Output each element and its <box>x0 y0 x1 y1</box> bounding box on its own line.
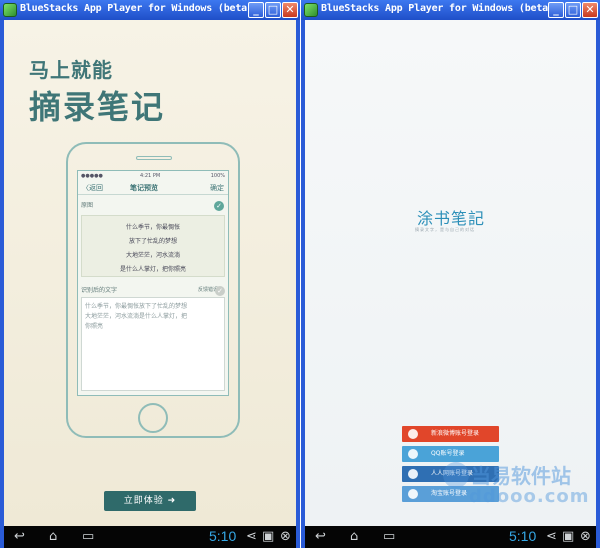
phone-home-button <box>138 403 168 433</box>
share-icon[interactable]: ⋖ <box>546 529 557 545</box>
check-icon: ✓ <box>215 286 225 296</box>
weibo-login-label: 新浪微博账号登录 <box>431 430 480 437</box>
bluestacks-logo-icon <box>3 3 17 17</box>
recognized-text-box: 什么季节，你最惆怅放下了忙乱的梦想 大地茫茫，河水流淌是什么人掌灯，把 你照亮 <box>81 297 225 391</box>
back-icon[interactable]: ↩ <box>315 529 326 545</box>
original-line: 什么季节，你最惆怅 <box>125 224 180 231</box>
window-title: BlueStacks App Player for Windows (beta-… <box>20 3 265 14</box>
original-image-box: 什么季节，你最惆怅 放下了忙乱的梦想 大地茫茫，河水流淌 是什么人掌灯，把你照亮 <box>81 215 225 277</box>
weibo-login-button[interactable]: 新浪微博账号登录 <box>402 426 499 442</box>
original-line: 大地茫茫，河水流淌 <box>125 252 180 259</box>
android-nav-bar: ↩ ⌂ ▭ 5:10 ⋖ ▣ ⊗ <box>305 526 596 548</box>
original-image-label: 原图 <box>81 202 94 209</box>
arrow-right-icon: ➜ <box>167 496 177 506</box>
weibo-icon <box>408 429 418 439</box>
phone-nav-bar: 〈返回 笔记预览 确定 <box>78 181 228 195</box>
android-nav-bar: ↩ ⌂ ▭ 5:10 ⋖ ▣ ⊗ <box>4 526 296 548</box>
try-now-button[interactable]: 立即体验 ➜ <box>104 491 196 511</box>
android-screen: 马上就能 摘录笔记 ●●●●● 4:21 PM 100% 〈返回 笔记预览 确定… <box>4 20 296 526</box>
recent-apps-icon[interactable]: ▭ <box>82 529 94 545</box>
phone-confirm-button: 确定 <box>210 184 224 192</box>
back-icon[interactable]: ↩ <box>14 529 25 545</box>
window-title: BlueStacks App Player for Windows (beta-… <box>321 3 566 14</box>
phone-nav-title: 笔记预览 <box>130 184 158 192</box>
phone-back-button: 〈返回 <box>82 184 103 192</box>
try-now-label: 立即体验 <box>123 496 164 506</box>
recent-apps-icon[interactable]: ▭ <box>383 529 395 545</box>
check-icon: ✓ <box>214 201 224 211</box>
original-line: 放下了忙乱的梦想 <box>128 238 177 245</box>
minimize-button[interactable]: _ <box>548 2 564 18</box>
phone-illustration: ●●●●● 4:21 PM 100% 〈返回 笔记预览 确定 原图 ✓ 什么季节… <box>66 142 240 438</box>
bluestacks-window-left: BlueStacks App Player for Windows (beta-… <box>0 0 300 548</box>
title-bar[interactable]: BlueStacks App Player for Windows (beta-… <box>0 0 300 20</box>
recognized-text-label: 识别后的文字 <box>81 287 118 294</box>
close-button[interactable]: ✕ <box>282 2 298 18</box>
home-icon[interactable]: ⌂ <box>49 529 57 545</box>
recognized-line: 你照亮 <box>85 323 104 330</box>
recognized-line: 大地茫茫，河水流淌是什么人掌灯，把 <box>85 313 188 320</box>
home-icon[interactable]: ⌂ <box>350 529 358 545</box>
app-tagline: 摘录文字，是与自己的对话 <box>415 227 475 232</box>
qq-login-label: QQ账号登录 <box>431 450 465 457</box>
close-button[interactable]: ✕ <box>582 2 598 18</box>
taobao-login-label: 淘宝账号登录 <box>431 490 468 497</box>
phone-status-bar: ●●●●● 4:21 PM 100% <box>78 171 228 181</box>
phone-screen: ●●●●● 4:21 PM 100% 〈返回 笔记预览 确定 原图 ✓ 什么季节… <box>77 170 229 396</box>
bluestacks-logo-icon <box>304 3 318 17</box>
maximize-button[interactable]: □ <box>565 2 581 18</box>
android-screen: 涂书笔記 摘录文字，是与自己的对话 新浪微博账号登录 QQ账号登录 人人网账号登… <box>305 20 596 526</box>
watermark-logo-icon <box>443 462 469 488</box>
clock: 5:10 <box>209 528 237 544</box>
qq-icon <box>408 449 418 459</box>
window-icon[interactable]: ▣ <box>262 529 274 545</box>
maximize-button[interactable]: □ <box>265 2 281 18</box>
renren-icon <box>408 469 418 479</box>
bluestacks-window-right: BlueStacks App Player for Windows (beta-… <box>301 0 600 548</box>
watermark-url: ddooo.com <box>469 486 590 507</box>
headline-small: 马上就能 <box>29 58 113 82</box>
window-icon[interactable]: ▣ <box>562 529 574 545</box>
phone-time: 4:21 PM <box>140 173 161 179</box>
close-app-icon[interactable]: ⊗ <box>280 529 291 545</box>
recognized-line: 什么季节，你最惆怅放下了忙乱的梦想 <box>85 303 188 310</box>
close-app-icon[interactable]: ⊗ <box>580 529 591 545</box>
carrier-signal: ●●●●● <box>81 173 103 179</box>
headline-large: 摘录笔记 <box>29 88 166 126</box>
clock: 5:10 <box>509 528 537 544</box>
original-line: 是什么人掌灯，把你照亮 <box>119 266 186 273</box>
phone-speaker <box>136 156 172 160</box>
app-title: 涂书笔記 <box>417 209 486 228</box>
watermark-text: 当易软件站 <box>471 464 571 488</box>
title-bar[interactable]: BlueStacks App Player for Windows (beta-… <box>301 0 600 20</box>
share-icon[interactable]: ⋖ <box>246 529 257 545</box>
taobao-icon <box>408 489 418 499</box>
minimize-button[interactable]: _ <box>248 2 264 18</box>
phone-battery: 100% <box>210 173 225 179</box>
